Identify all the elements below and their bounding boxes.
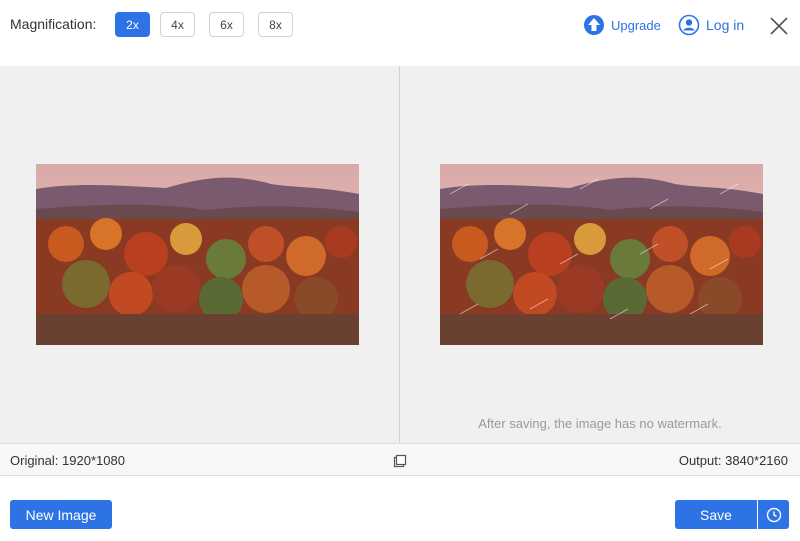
upgrade-button[interactable]: Upgrade bbox=[583, 13, 661, 37]
clock-icon bbox=[766, 507, 781, 522]
compare-icon[interactable] bbox=[393, 454, 407, 468]
save-button[interactable]: Save bbox=[675, 500, 757, 529]
magnification-6x-button[interactable]: 6x bbox=[209, 12, 244, 37]
footer: New Image Save bbox=[0, 476, 800, 541]
magnification-4x-button[interactable]: 4x bbox=[160, 12, 195, 37]
output-image bbox=[440, 164, 763, 345]
comparison-panel: After saving, the image has no watermark… bbox=[0, 66, 800, 443]
original-image bbox=[36, 164, 359, 345]
login-button[interactable]: Log in bbox=[678, 13, 744, 37]
output-resolution: Output: 3840*2160 bbox=[678, 453, 788, 468]
magnification-2x-button[interactable]: 2x bbox=[115, 12, 150, 37]
panel-divider bbox=[399, 66, 400, 443]
magnification-label: Magnification: bbox=[10, 16, 97, 32]
user-icon bbox=[678, 14, 700, 36]
upgrade-label: Upgrade bbox=[611, 17, 661, 33]
magnification-8x-button[interactable]: 8x bbox=[258, 12, 293, 37]
watermark-note: After saving, the image has no watermark… bbox=[478, 416, 722, 431]
upgrade-icon bbox=[584, 15, 604, 35]
login-label: Log in bbox=[706, 17, 745, 33]
history-button[interactable] bbox=[758, 500, 789, 529]
close-icon[interactable] bbox=[768, 15, 790, 37]
original-resolution: Original: 1920*1080 bbox=[10, 453, 125, 468]
resolution-bar: Original: 1920*1080 Output: 3840*2160 bbox=[0, 443, 800, 476]
toolbar: Magnification: 2x 4x 6x 8x Upgrade Log i… bbox=[0, 0, 800, 66]
new-image-button[interactable]: New Image bbox=[10, 500, 112, 529]
